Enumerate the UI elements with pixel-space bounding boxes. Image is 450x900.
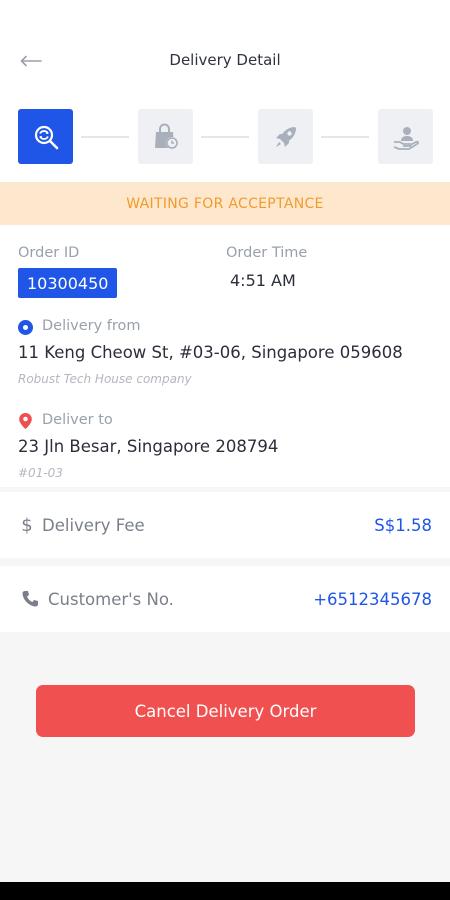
delivery-fee-label: Delivery Fee [42,515,145,535]
page-title: Delivery Detail [169,51,281,69]
customer-number-label: Customer's No. [48,589,174,609]
step-searching [18,109,73,164]
step-connector [321,136,369,138]
header: Delivery Detail [0,0,450,100]
step-on-the-way [258,109,313,164]
order-time-value: 4:51 AM [230,271,296,290]
pickup-address: 11 Keng Cheow St, #03-06, Singapore 0596… [18,343,403,362]
customer-number-row: Customer's No. +6512345678 [0,566,450,632]
progress-steps [18,109,433,165]
delivery-from-label: Delivery from [42,318,141,334]
delivery-fee-value: S$1.58 [374,515,432,535]
step-delivered [378,109,433,164]
pickup-dot-icon [18,320,33,335]
delivery-fee-row: $ Delivery Fee S$1.58 [0,492,450,558]
order-id-badge: 10300450 [18,268,118,298]
search-refresh-icon [34,125,58,149]
order-time-label: Order Time [226,245,308,261]
dollar-icon: $ [21,514,33,536]
order-id-label: Order ID [18,245,80,261]
step-connector [81,136,129,138]
pickup-note: Robust Tech House company [18,372,192,386]
status-banner: WAITING FOR ACCEPTANCE [0,182,450,225]
dropoff-note: #01-03 [18,466,63,480]
rocket-icon [275,126,296,147]
map-pin-icon [19,413,32,429]
step-pending-pickup [138,109,193,164]
phone-icon [22,591,38,607]
cancel-delivery-button[interactable]: Cancel Delivery Order [36,685,415,737]
hand-user-icon [393,126,419,150]
dropoff-address: 23 Jln Besar, Singapore 208794 [18,437,279,456]
step-connector [201,136,249,138]
shopping-bag-clock-icon [154,123,178,149]
customer-phone-link[interactable]: +6512345678 [313,566,432,632]
deliver-to-label: Deliver to [42,412,113,428]
system-navigation-bar [0,882,450,900]
